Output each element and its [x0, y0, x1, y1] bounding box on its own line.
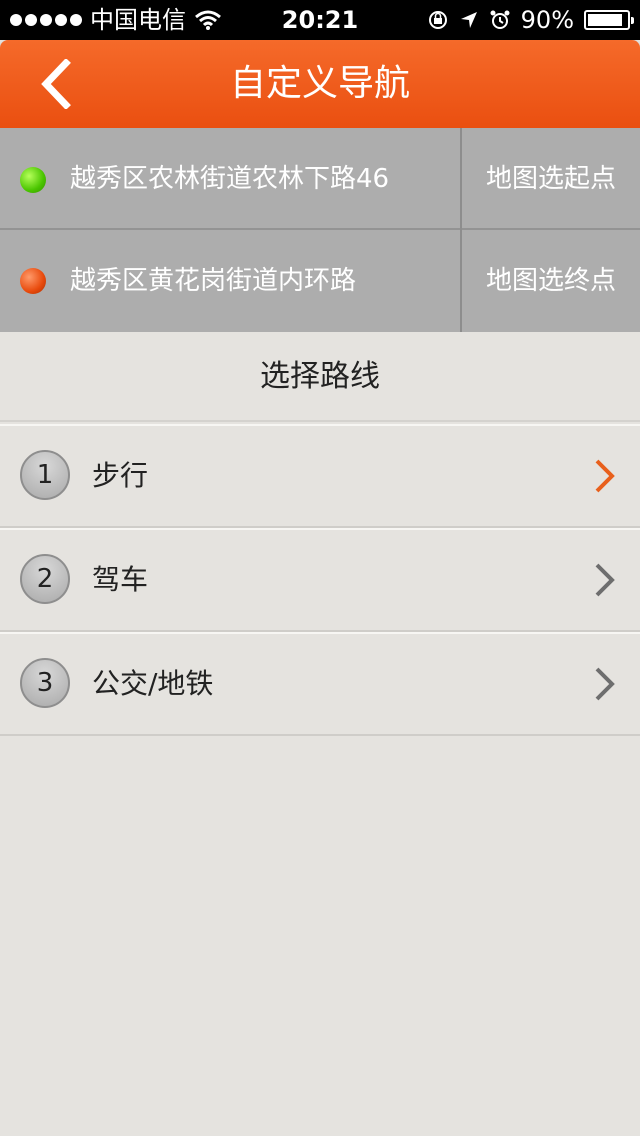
route-label: 步行 [92, 459, 149, 492]
rotation-lock-icon [428, 11, 447, 29]
location-arrow-icon [460, 12, 477, 28]
chevron-right-icon [595, 667, 615, 701]
alarm-icon [490, 10, 510, 29]
location-divider [460, 128, 462, 332]
back-chevron-icon [41, 59, 71, 109]
route-number-badge: 3 [20, 658, 70, 708]
page-title: 自定义导航 [229, 63, 410, 104]
chevron-right-icon [595, 563, 615, 597]
route-label: 驾车 [92, 563, 149, 596]
end-address[interactable]: 越秀区黄花岗街道内环路 [70, 230, 356, 332]
back-button[interactable] [30, 54, 80, 114]
start-point-icon [20, 167, 46, 193]
route-item-transit[interactable]: 3 公交/地铁 [0, 632, 640, 736]
route-item-walk[interactable]: 1 步行 [0, 424, 640, 528]
map-select-start-button[interactable]: 地图选起点 [462, 128, 640, 230]
nav-bar: 自定义导航 [0, 40, 640, 128]
battery-fill [588, 14, 623, 26]
battery-icon [584, 10, 634, 30]
end-point-icon [20, 268, 46, 294]
status-bar: 中国电信 20:21 90% [0, 0, 640, 40]
chevron-right-icon [595, 459, 615, 493]
start-location-row: 越秀区农林街道农林下路46 地图选起点 [0, 128, 640, 230]
route-label: 公交/地铁 [92, 667, 214, 700]
route-item-drive[interactable]: 2 驾车 [0, 528, 640, 632]
map-select-end-button[interactable]: 地图选终点 [462, 230, 640, 332]
location-panel: 越秀区农林街道农林下路46 地图选起点 越秀区黄花岗街道内环路 地图选终点 [0, 128, 640, 332]
start-address[interactable]: 越秀区农林街道农林下路46 [70, 128, 389, 230]
end-location-row: 越秀区黄花岗街道内环路 地图选终点 [0, 230, 640, 332]
route-section-header: 选择路线 [0, 332, 640, 422]
battery-percent: 90% [520, 6, 574, 34]
route-number-badge: 1 [20, 450, 70, 500]
status-right: 90% [427, 0, 634, 40]
route-number-badge: 2 [20, 554, 70, 604]
